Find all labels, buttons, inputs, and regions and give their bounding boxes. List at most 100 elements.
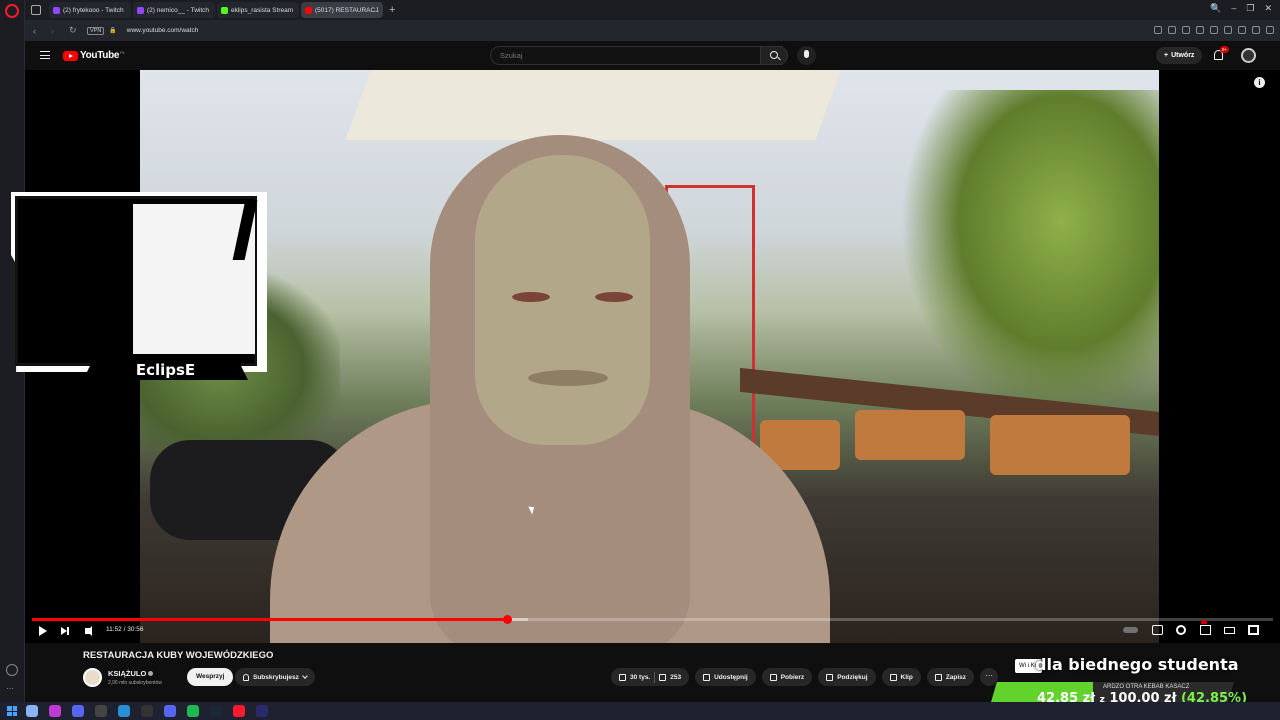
spotify-icon[interactable] bbox=[187, 705, 199, 717]
menu-icon[interactable] bbox=[1252, 26, 1260, 34]
autoplay-toggle[interactable] bbox=[1123, 627, 1138, 633]
cam-panel bbox=[133, 204, 255, 354]
edge-icon[interactable] bbox=[118, 705, 130, 717]
share-label: Udostępnij bbox=[714, 673, 748, 681]
thumbs-up-icon bbox=[619, 673, 626, 681]
tab-twitch-nemico[interactable]: (2) nemico__ - Twitch bbox=[133, 2, 215, 18]
opera-logo-icon[interactable] bbox=[5, 4, 19, 18]
subscriber-count: 2,06 mln subskrybentów bbox=[108, 680, 162, 686]
kick-icon bbox=[221, 6, 228, 14]
goal-subtitle: ARDZO OTRA KEBAB KASACZ bbox=[1103, 684, 1190, 690]
discord-alt-icon[interactable] bbox=[72, 705, 84, 717]
volume-icon[interactable] bbox=[85, 626, 92, 636]
tab-kick-eklips[interactable]: eklips_rasista Stream - Ki bbox=[217, 2, 299, 18]
settings-icon[interactable] bbox=[1266, 26, 1274, 34]
subtitles-icon[interactable] bbox=[1152, 625, 1163, 635]
file-explorer-icon[interactable] bbox=[95, 705, 107, 717]
minimize-button[interactable]: – bbox=[1231, 3, 1236, 14]
download-icon[interactable] bbox=[1238, 26, 1246, 34]
clip-label: Klip bbox=[900, 673, 913, 681]
opera-gx-icon[interactable] bbox=[49, 705, 61, 717]
subscribed-label: Subskrybujesz bbox=[253, 673, 299, 681]
fullscreen-icon[interactable] bbox=[1248, 625, 1259, 635]
steam-icon[interactable] bbox=[210, 705, 222, 717]
youtube-icon bbox=[305, 6, 312, 14]
save-label: Zapisz bbox=[945, 673, 967, 681]
close-button[interactable]: ✕ bbox=[1264, 3, 1272, 14]
premiere-icon[interactable] bbox=[256, 705, 268, 717]
tab-label: (2) nemico__ - Twitch bbox=[147, 6, 210, 14]
heart-icon[interactable] bbox=[1224, 26, 1232, 34]
share-button[interactable]: Udostępnij bbox=[695, 668, 756, 686]
scene-trees bbox=[900, 90, 1159, 420]
address-bar: ‹ › ↻ VPN 🔒 www.youtube.com/watch bbox=[25, 20, 1280, 41]
more-icon[interactable]: ··· bbox=[6, 684, 18, 696]
search-box bbox=[490, 46, 783, 65]
search-button[interactable] bbox=[760, 46, 788, 65]
play-icon[interactable] bbox=[39, 626, 47, 636]
progress-bar[interactable] bbox=[32, 615, 1273, 624]
voice-search-button[interactable] bbox=[797, 46, 816, 65]
clip-button[interactable]: Klip bbox=[881, 668, 921, 686]
channel-name-text: KSIĄŻULO bbox=[108, 669, 147, 678]
tab-menu-icon[interactable] bbox=[31, 5, 41, 15]
back-icon[interactable]: ‹ bbox=[33, 26, 43, 36]
camera-icon[interactable] bbox=[1168, 26, 1176, 34]
player-icon[interactable] bbox=[1210, 26, 1218, 34]
tab-twitch-frytekooo[interactable]: (2) frytekooo - Twitch bbox=[49, 2, 131, 18]
theater-mode-icon[interactable] bbox=[1224, 627, 1235, 634]
settings-gear-icon[interactable] bbox=[1176, 625, 1186, 635]
windows-start-icon[interactable] bbox=[7, 706, 17, 716]
scene-chair bbox=[855, 410, 965, 460]
vpn-badge[interactable]: VPN bbox=[87, 26, 105, 35]
video-frame[interactable] bbox=[140, 70, 1159, 643]
download-icon bbox=[769, 673, 777, 681]
search-tabs-icon[interactable]: 🔍 bbox=[1210, 3, 1221, 14]
goal-title: dla biednego studenta bbox=[1035, 655, 1239, 674]
search-icon[interactable] bbox=[26, 705, 38, 717]
channel-name[interactable]: KSIĄŻULO bbox=[108, 669, 154, 678]
maximize-button[interactable]: ❐ bbox=[1246, 3, 1254, 14]
info-icon[interactable]: i bbox=[1254, 77, 1265, 88]
create-button[interactable]: + Utwórz bbox=[1156, 47, 1203, 64]
history-icon[interactable] bbox=[6, 664, 18, 676]
adblock-icon[interactable] bbox=[1182, 26, 1190, 34]
thanks-button[interactable]: Podziękuj bbox=[818, 668, 876, 686]
mask-lips bbox=[528, 370, 608, 386]
window-controls: 🔍 – ❐ ✕ bbox=[1210, 3, 1272, 14]
subscribed-button[interactable]: Subskrybujesz bbox=[235, 668, 315, 686]
time-display: 11:52 / 30:56 bbox=[106, 626, 144, 633]
obs-icon[interactable] bbox=[141, 705, 153, 717]
thanks-label: Podziękuj bbox=[837, 673, 868, 681]
tab-youtube-active[interactable]: (5017) RESTAURACJA KU bbox=[301, 2, 383, 18]
download-button[interactable]: Pobierz bbox=[761, 668, 813, 686]
new-tab-button[interactable]: + bbox=[389, 4, 395, 16]
forward-icon[interactable]: › bbox=[51, 26, 61, 36]
next-icon[interactable] bbox=[61, 627, 69, 635]
video-player[interactable]: i EclipsE 11:52 / 30:56 bbox=[11, 70, 1280, 643]
hamburger-icon[interactable] bbox=[40, 51, 50, 59]
support-button[interactable]: Wesprzyj bbox=[187, 668, 234, 686]
miniplayer-icon[interactable] bbox=[1200, 625, 1211, 635]
like-button[interactable]: 30 tys. 253 bbox=[611, 668, 690, 686]
youtube-logo[interactable]: YouTube PL bbox=[63, 50, 125, 61]
taskbar-apps bbox=[26, 705, 268, 717]
reload-icon[interactable]: ↻ bbox=[69, 25, 79, 36]
opera-icon[interactable] bbox=[233, 705, 245, 717]
twitch-icon bbox=[137, 6, 144, 14]
discord-icon[interactable] bbox=[164, 705, 176, 717]
channel-avatar[interactable] bbox=[83, 668, 102, 687]
streamer-cam-overlay: EclipsE bbox=[3, 188, 268, 380]
verified-icon bbox=[148, 671, 154, 676]
youtube-play-icon bbox=[63, 50, 78, 61]
country-code: PL bbox=[120, 50, 126, 55]
url-field[interactable]: www.youtube.com/watch bbox=[127, 27, 199, 34]
extension-icon[interactable] bbox=[1154, 26, 1162, 34]
wallet-icon[interactable] bbox=[1196, 26, 1204, 34]
account-avatar[interactable] bbox=[1241, 48, 1256, 63]
search-input[interactable] bbox=[500, 51, 730, 60]
download-label: Pobierz bbox=[780, 673, 805, 681]
save-button[interactable]: Zapisz bbox=[926, 668, 975, 686]
tab-strip: (2) frytekooo - Twitch (2) nemico__ - Tw… bbox=[25, 0, 1280, 20]
notification-badge: 9+ bbox=[1220, 46, 1230, 53]
